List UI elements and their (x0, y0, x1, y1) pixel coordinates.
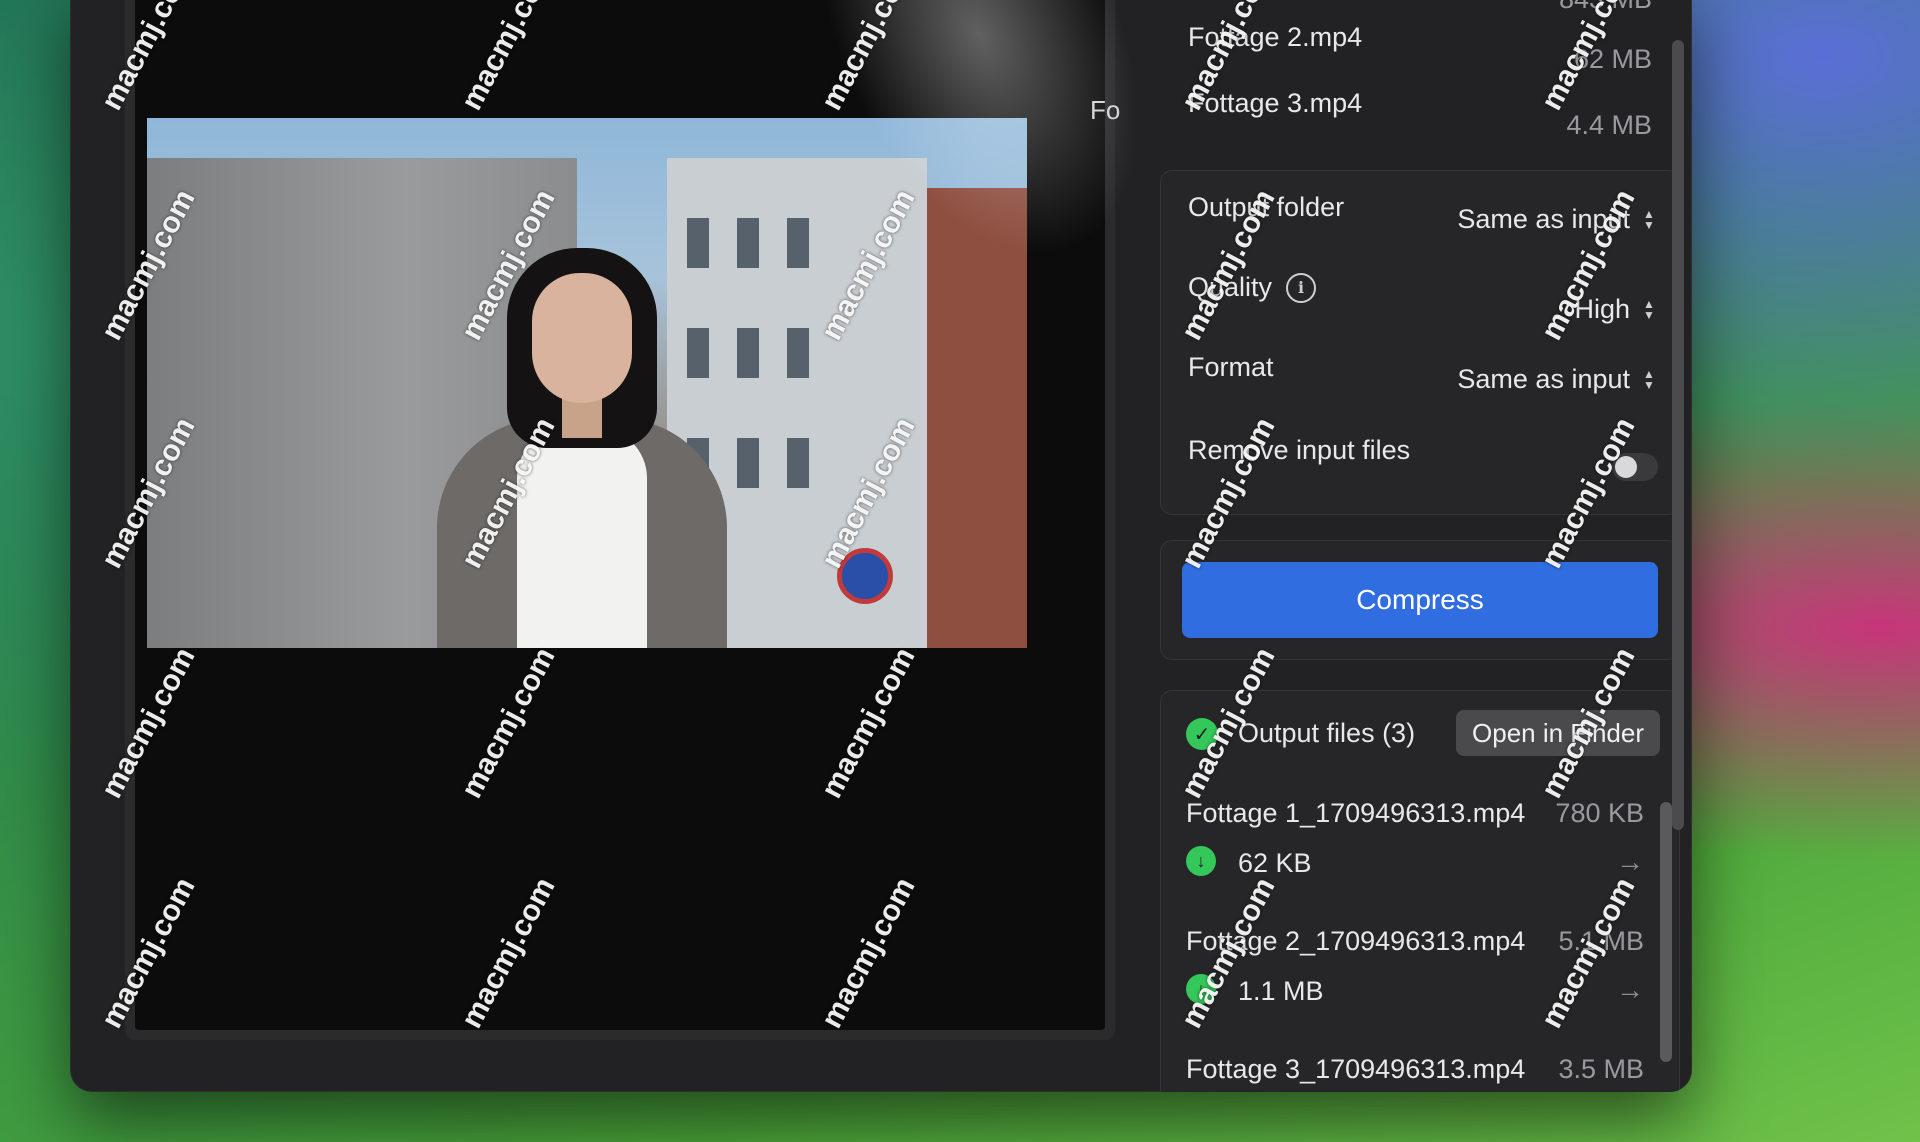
output-files-panel: ✓ Output files (3) Open in Finder Fottag… (1160, 690, 1680, 1092)
arrow-right-icon[interactable]: → (1616, 974, 1644, 1006)
output-file-name: Fottage 1_1709496313.mp4 (1186, 798, 1526, 828)
input-file-name: Fottage 2.mp4 (1188, 22, 1363, 52)
remove-input-toggle[interactable] (1612, 453, 1658, 481)
arrow-right-icon[interactable]: → (1616, 846, 1644, 878)
truncated-label: Fo (1090, 95, 1121, 125)
input-file-size: 4.4 MB (1566, 110, 1652, 140)
output-header: ✓ Output files (3) Open in Finder (1186, 710, 1660, 760)
building-window (737, 328, 759, 378)
output-file-item[interactable]: Fottage 1_1709496313.mp4 780 KB ↓ 62 KB … (1186, 798, 1644, 918)
format-row: Format Same as input ▲ ▼ (1188, 352, 1658, 395)
input-file-row[interactable]: Fottage 3.mp4 4.4 MB (1188, 88, 1652, 140)
format-value: Same as input (1457, 364, 1630, 394)
building-right (927, 188, 1027, 648)
chevron-updown-icon: ▲ ▼ (1643, 296, 1655, 322)
remove-input-row: Remove input files (1188, 435, 1658, 481)
output-file-name: Fottage 3_1709496313.mp4 (1186, 1054, 1526, 1084)
input-file-size: 62 MB (1573, 44, 1652, 74)
building-window (737, 218, 759, 268)
building-window (787, 328, 809, 378)
output-folder-select[interactable]: Same as input ▲ ▼ (1457, 204, 1658, 235)
building-window (787, 438, 809, 488)
input-file-name: Fottage 3.mp4 (1188, 88, 1363, 118)
sidebar: Fo 843 MB Fottage 2.mp4 62 MB Fottage 3.… (1090, 0, 1680, 1092)
output-original-size: 3.5 MB (1558, 1054, 1644, 1084)
app-window: Fo 843 MB Fottage 2.mp4 62 MB Fottage 3.… (70, 0, 1692, 1092)
output-folder-label: Output folder (1188, 192, 1345, 222)
chevron-updown-icon: ▲ ▼ (1643, 206, 1655, 232)
input-files-list: 843 MB Fottage 2.mp4 62 MB Fottage 3.mp4… (1160, 0, 1680, 145)
quality-select[interactable]: High ▲ ▼ (1574, 294, 1658, 325)
remove-input-label: Remove input files (1188, 435, 1411, 465)
check-badge-icon: ✓ (1186, 718, 1218, 750)
input-file-row[interactable]: 843 MB (1188, 0, 1652, 24)
compress-button[interactable]: Compress (1182, 562, 1658, 638)
quality-value: High (1574, 294, 1630, 324)
output-scrollbar[interactable] (1660, 802, 1672, 1062)
info-icon[interactable]: i (1286, 272, 1317, 303)
input-file-size: 843 MB (1559, 0, 1652, 15)
input-file-row[interactable]: Fottage 2.mp4 62 MB (1188, 22, 1652, 74)
format-select[interactable]: Same as input ▲ ▼ (1457, 364, 1658, 395)
compress-panel: Compress (1160, 540, 1680, 660)
building-window (787, 218, 809, 268)
output-title: Output files (3) (1238, 718, 1416, 748)
quality-label-group: Quality i (1188, 272, 1317, 303)
person-shirt (517, 428, 647, 648)
quality-label: Quality (1188, 272, 1273, 302)
person-face (532, 273, 632, 403)
chevron-updown-icon: ▲ ▼ (1643, 366, 1655, 392)
output-file-item[interactable]: Fottage 3_1709496313.mp4 3.5 MB (1186, 1054, 1644, 1092)
video-preview-area (125, 0, 1115, 1040)
open-in-finder-button[interactable]: Open in Finder (1456, 710, 1660, 756)
output-file-item[interactable]: Fottage 2_1709496313.mp4 5.1 MB ↓ 1.1 MB… (1186, 926, 1644, 1046)
sidebar-scrollbar[interactable] (1672, 40, 1684, 830)
toggle-knob (1615, 456, 1637, 478)
download-icon: ↓ (1186, 846, 1216, 876)
building-window (687, 218, 709, 268)
format-label: Format (1188, 352, 1274, 382)
download-icon: ↓ (1186, 974, 1216, 1004)
output-file-name: Fottage 2_1709496313.mp4 (1186, 926, 1526, 956)
output-original-size: 5.1 MB (1558, 926, 1644, 956)
building-window (737, 438, 759, 488)
building-window (687, 328, 709, 378)
output-original-size: 780 KB (1555, 798, 1644, 828)
video-frame-image (147, 118, 1027, 648)
output-folder-value: Same as input (1457, 204, 1630, 234)
settings-panel: Output folder Same as input ▲ ▼ Quality i… (1160, 170, 1680, 515)
output-new-size: 1.1 MB (1238, 976, 1324, 1006)
output-new-size: 62 KB (1238, 848, 1312, 878)
quality-row: Quality i High ▲ ▼ (1188, 272, 1658, 324)
street-sign (837, 548, 893, 604)
output-folder-row: Output folder Same as input ▲ ▼ (1188, 192, 1658, 235)
